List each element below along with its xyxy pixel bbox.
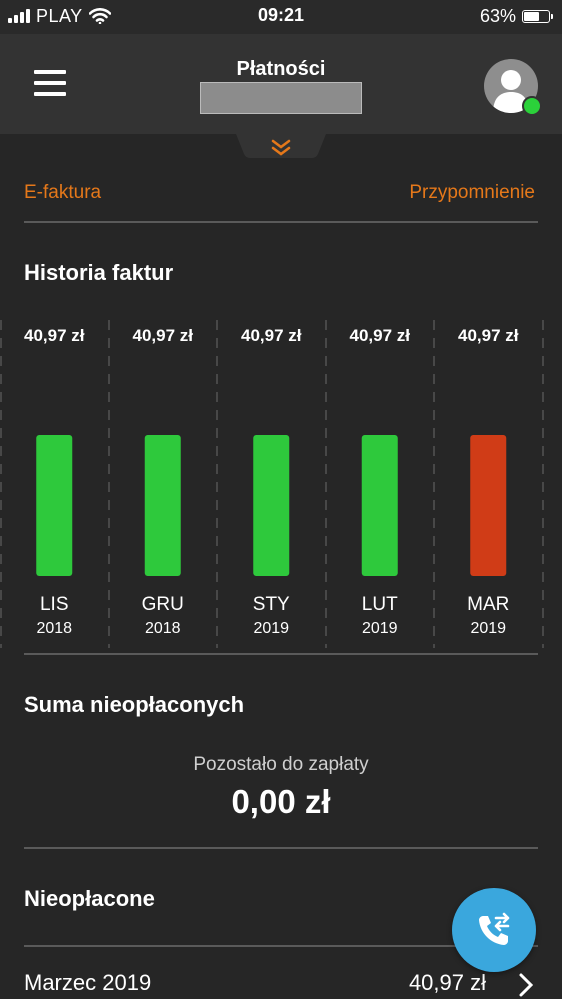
double-chevron-down-icon[interactable]: [270, 138, 292, 158]
remaining-label: Pozostało do zapłaty: [193, 754, 369, 775]
status-time: 09:21: [257, 5, 305, 25]
redacted-account-field: [200, 82, 362, 114]
month-label: LIS: [40, 594, 69, 615]
bar-mar: [470, 435, 507, 576]
year-label: 2019: [362, 620, 398, 637]
page-title: Płatności: [236, 58, 326, 80]
app-header: Płatności: [0, 34, 562, 134]
chevron-right-icon[interactable]: [518, 972, 534, 998]
month-label: MAR: [467, 594, 509, 615]
month-label: STY: [253, 594, 290, 615]
battery-percent: 63%: [479, 5, 516, 26]
history-title: Historia faktur: [24, 260, 174, 285]
efaktura-link[interactable]: E-faktura: [24, 182, 101, 204]
month-label: LUT: [362, 594, 398, 615]
unpaid-sum-title: Suma nieopłaconych: [24, 692, 245, 717]
unpaid-item-month: Marzec 2019: [24, 970, 152, 995]
bar-lis: [36, 435, 73, 576]
remaining-amount: 0,00 zł: [231, 783, 331, 820]
bar-value-label: 40,97 zł: [133, 326, 194, 345]
divider: [24, 653, 538, 655]
bar-value-label: 40,97 zł: [241, 326, 302, 345]
reminder-link[interactable]: Przypomnienie: [409, 182, 535, 204]
bar-value-label: 40,97 zł: [350, 326, 411, 345]
month-label: GRU: [142, 594, 184, 615]
battery-icon: [522, 9, 553, 23]
bar-value-label: 40,97 zł: [458, 326, 519, 345]
bar-gru: [144, 435, 181, 576]
status-right: 63%: [479, 5, 553, 27]
year-label: 2018: [145, 620, 181, 637]
year-label: 2018: [36, 620, 72, 637]
divider: [24, 221, 538, 223]
battery-level: [524, 11, 540, 21]
year-label: 2019: [253, 620, 289, 637]
divider: [24, 847, 538, 849]
call-contact-button[interactable]: [452, 888, 536, 972]
phone-transfer-icon: [479, 912, 510, 945]
bar-sty: [253, 435, 290, 576]
online-status-dot: [522, 96, 542, 116]
unpaid-item-amount: 40,97 zł: [408, 970, 486, 995]
year-label: 2019: [470, 620, 506, 637]
bar-lut: [361, 435, 398, 576]
unpaid-title: Nieopłacone: [24, 886, 155, 911]
status-bar: PLAY 09:21 63%: [0, 0, 562, 34]
bar-value-label: 40,97 zł: [24, 326, 85, 345]
invoice-history-chart: 40,97 zł LIS 2018 40,97 zł GRU 2018 40,97 zł ST…: [0, 320, 544, 648]
